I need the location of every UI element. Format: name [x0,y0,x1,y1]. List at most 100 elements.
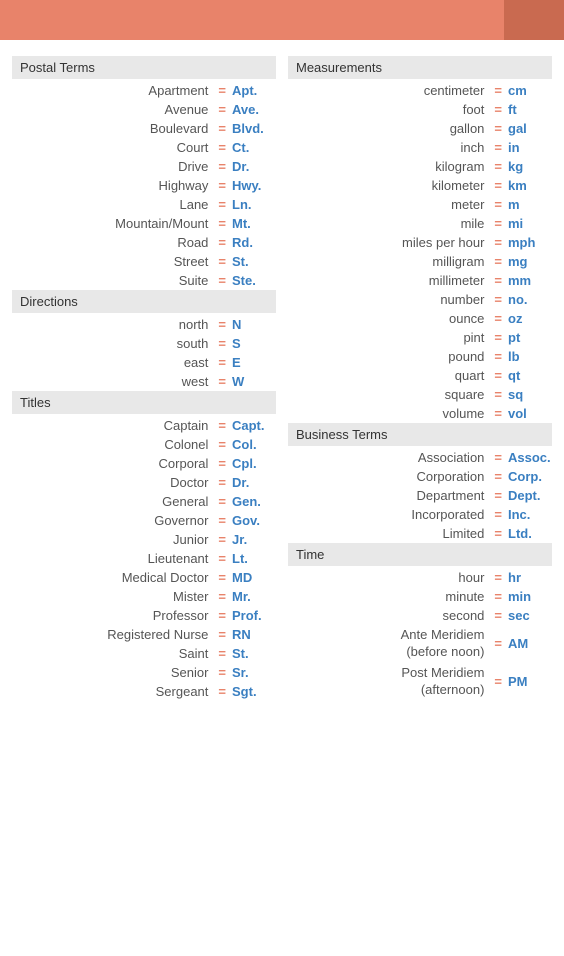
equals-sign: = [212,336,232,351]
section-header: Postal Terms [12,56,276,79]
abbreviation-term: Governor [12,513,212,528]
table-row: Avenue=Ave. [12,100,276,119]
table-row: Lane=Ln. [12,195,276,214]
table-row: miles per hour=mph [288,233,552,252]
abbreviation-term: Ante Meridiem (before noon) [288,627,488,661]
table-row: Apartment=Apt. [12,81,276,100]
equals-sign: = [212,665,232,680]
equals-sign: = [212,570,232,585]
abbreviation-value: mi [508,216,552,231]
abbreviation-term: Court [12,140,212,155]
equals-sign: = [488,292,508,307]
abbreviation-value: hr [508,570,552,585]
equals-sign: = [488,589,508,604]
abbreviation-term: Lane [12,197,212,212]
equals-sign: = [488,636,508,651]
equals-sign: = [212,684,232,699]
equals-sign: = [212,494,232,509]
abbreviation-value: vol [508,406,552,421]
abbreviation-value: Ct. [232,140,276,155]
equals-sign: = [488,178,508,193]
abbreviation-term: Mister [12,589,212,604]
abbreviation-term: Sergeant [12,684,212,699]
abbreviation-value: St. [232,646,276,661]
table-row: kilogram=kg [288,157,552,176]
abbreviation-value: m [508,197,552,212]
section-directions: Directionsnorth=Nsouth=Seast=Ewest=W [12,290,276,391]
equals-sign: = [212,273,232,288]
abbreviation-value: in [508,140,552,155]
section-header: Directions [12,290,276,313]
table-row: Professor=Prof. [12,606,276,625]
equals-sign: = [212,418,232,433]
abbreviation-term: volume [288,406,488,421]
abbreviation-value: qt [508,368,552,383]
abbreviation-value: Dr. [232,475,276,490]
equals-sign: = [488,406,508,421]
abbreviation-value: km [508,178,552,193]
abbreviation-value: kg [508,159,552,174]
abbreviation-term: centimeter [288,83,488,98]
equals-sign: = [488,121,508,136]
table-row: Association=Assoc. [288,448,552,467]
abbreviation-term: Saint [12,646,212,661]
abbreviation-term: milligram [288,254,488,269]
abbreviation-value: pt [508,330,552,345]
equals-sign: = [488,102,508,117]
abbreviation-term: Senior [12,665,212,680]
table-row: Doctor=Dr. [12,473,276,492]
abbreviation-term: Drive [12,159,212,174]
table-row: Corporal=Cpl. [12,454,276,473]
table-row: Boulevard=Blvd. [12,119,276,138]
abbreviation-value: Lt. [232,551,276,566]
abbreviation-term: kilometer [288,178,488,193]
abbreviation-value: Prof. [232,608,276,623]
abbreviation-value: lb [508,349,552,364]
table-row: Lieutenant=Lt. [12,549,276,568]
abbreviation-term: south [12,336,212,351]
table-row: Ante Meridiem (before noon)=AM [288,625,552,663]
table-row: Drive=Dr. [12,157,276,176]
table-row: milligram=mg [288,252,552,271]
section-header: Time [288,543,552,566]
abbreviation-value: Ln. [232,197,276,212]
abbreviation-term: Limited [288,526,488,541]
equals-sign: = [212,437,232,452]
table-row: number=no. [288,290,552,309]
table-row: Junior=Jr. [12,530,276,549]
abbreviation-value: no. [508,292,552,307]
abbreviation-term: millimeter [288,273,488,288]
table-row: east=E [12,353,276,372]
main-content: Postal Terms Apartment=Apt.Avenue=Ave.Bou… [0,48,564,709]
abbreviation-term: west [12,374,212,389]
abbreviation-term: Avenue [12,102,212,117]
page-header [0,0,564,40]
section-business-terms: Business TermsAssociation=Assoc.Corporat… [288,423,552,543]
table-row: Governor=Gov. [12,511,276,530]
abbreviation-term: meter [288,197,488,212]
table-row: pound=lb [288,347,552,366]
equals-sign: = [488,254,508,269]
equals-sign: = [488,507,508,522]
abbreviation-term: Medical Doctor [12,570,212,585]
equals-sign: = [212,140,232,155]
equals-sign: = [212,551,232,566]
abbreviation-value: Dr. [232,159,276,174]
equals-sign: = [488,368,508,383]
abbreviation-value: PM [508,674,552,689]
equals-sign: = [488,450,508,465]
section-titles: TitlesCaptain=Capt.Colonel=Col.Corporal=… [12,391,276,701]
abbreviation-value: Rd. [232,235,276,250]
abbreviation-value: Ste. [232,273,276,288]
abbreviation-term: miles per hour [288,235,488,250]
equals-sign: = [488,608,508,623]
abbreviation-term: number [288,292,488,307]
abbreviation-term: minute [288,589,488,604]
abbreviation-value: oz [508,311,552,326]
abbreviation-term: Doctor [12,475,212,490]
table-row: Highway=Hwy. [12,176,276,195]
equals-sign: = [212,317,232,332]
abbreviation-value: Col. [232,437,276,452]
abbreviation-term: General [12,494,212,509]
abbreviation-term: kilogram [288,159,488,174]
